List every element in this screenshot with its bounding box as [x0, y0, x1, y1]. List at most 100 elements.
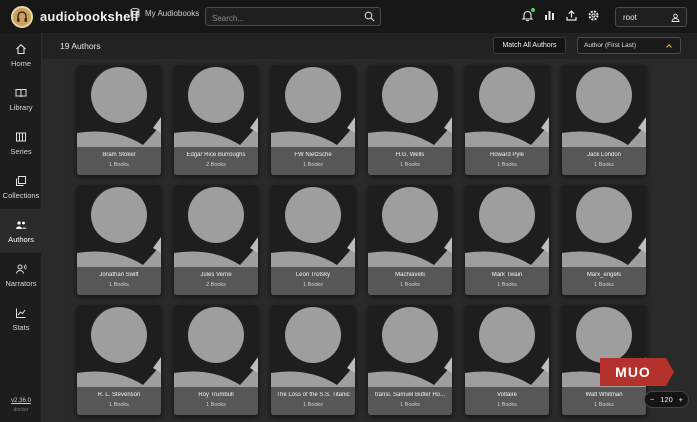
sidebar-item-collections[interactable]: Collections	[0, 165, 42, 209]
sidebar-item-label: Series	[10, 146, 32, 156]
author-card[interactable]: Voltaire 1 Books	[465, 305, 549, 415]
sidebar-item-label: Narrators	[5, 278, 37, 288]
collections-icon	[16, 175, 26, 186]
author-book-count: 1 Books	[303, 162, 323, 168]
chevron-up-icon	[666, 43, 672, 48]
author-card[interactable]: Howard Pyle 1 Books	[465, 65, 549, 175]
author-book-count: 1 Books	[594, 402, 614, 408]
sidebar-item-authors[interactable]: Authors	[0, 209, 42, 253]
sort-dropdown[interactable]: Author (First Last)	[577, 37, 681, 54]
author-card[interactable]: FW Nietzsche 1 Books	[271, 65, 355, 175]
author-card[interactable]: Jonathan Swift 1 Books	[77, 185, 161, 295]
author-card[interactable]: The Loss of the S.S. Titanic 1 Books	[271, 305, 355, 415]
author-book-count: 2 Books	[206, 282, 226, 288]
bar-chart-icon[interactable]	[543, 9, 556, 22]
sidebar-item-label: Library	[9, 102, 33, 112]
sidebar-item-label: Home	[10, 58, 31, 68]
sort-value: Author (First Last)	[584, 42, 637, 49]
author-card[interactable]: Leon Trotsky 1 Books	[271, 185, 355, 295]
author-book-count: 1 Books	[400, 162, 420, 168]
sidebar-item-label: Stats	[12, 322, 30, 332]
author-book-count: 1 Books	[594, 162, 614, 168]
author-card[interactable]: Roy Trumbull 1 Books	[174, 305, 258, 415]
library-switcher[interactable]: My Audiobooks	[130, 8, 199, 18]
author-book-count: 1 Books	[206, 402, 226, 408]
author-name: Marx_engels	[586, 272, 622, 278]
author-name: Voltaire	[496, 392, 517, 398]
author-book-count: 1 Books	[109, 162, 129, 168]
author-book-count: 1 Books	[303, 282, 323, 288]
gear-icon[interactable]	[587, 9, 600, 22]
author-name: Walt Whitman	[585, 392, 623, 398]
zoom-in-button[interactable]: +	[679, 395, 683, 404]
search-box[interactable]	[205, 7, 381, 27]
notification-dot	[531, 8, 535, 12]
author-card[interactable]: transl. Samuel Butler Ho... 1 Books	[368, 305, 452, 415]
author-name: R. L. Stevenson	[97, 392, 141, 398]
author-book-count: 1 Books	[497, 282, 517, 288]
line-chart-icon	[16, 308, 26, 318]
people-icon	[16, 220, 27, 229]
author-book-count: 1 Books	[497, 162, 517, 168]
sidebar-item-series[interactable]: Series	[0, 121, 42, 165]
sidebar-item-label: Collections	[2, 190, 40, 200]
app: audiobookshelf My Audiobooks root	[0, 0, 697, 422]
user-icon	[671, 13, 680, 22]
match-all-authors-button[interactable]: Match All Authors	[493, 37, 566, 54]
author-name: Jonathan Swift	[99, 272, 139, 278]
author-card[interactable]: R. L. Stevenson 1 Books	[77, 305, 161, 415]
author-name: Howard Pyle	[489, 152, 524, 158]
version-link[interactable]: v2.36.0	[0, 398, 42, 404]
muo-watermark: MUO	[600, 358, 674, 386]
search-input[interactable]	[206, 10, 356, 27]
author-card[interactable]: Mark Twain 1 Books	[465, 185, 549, 295]
database-icon	[130, 8, 140, 18]
author-book-count: 1 Books	[400, 402, 420, 408]
author-card[interactable]: H.G. Wells 1 Books	[368, 65, 452, 175]
library-name: My Audiobooks	[145, 8, 200, 18]
sidebar-item-narrators[interactable]: Narrators	[0, 253, 42, 297]
author-name: Mark Twain	[491, 272, 523, 278]
author-card[interactable]: Machiavelli 1 Books	[368, 185, 452, 295]
top-bar: audiobookshelf My Audiobooks root	[0, 0, 697, 33]
sidebar-item-home[interactable]: Home	[0, 33, 42, 77]
build-label: docker	[13, 407, 29, 413]
microphone-icon	[16, 263, 27, 274]
authors-toolbar: 19 Authors Match All Authors Author (Fir…	[42, 33, 697, 59]
book-open-icon	[15, 88, 27, 97]
author-card[interactable]: Bram Stoker 1 Books	[77, 65, 161, 175]
author-name: H.G. Wells	[395, 152, 425, 158]
author-card[interactable]: Jules Verne 2 Books	[174, 185, 258, 295]
zoom-out-button[interactable]: −	[650, 395, 654, 404]
author-name: The Loss of the S.S. Titanic	[276, 392, 350, 398]
author-book-count: 1 Books	[594, 282, 614, 288]
user-menu[interactable]: root	[615, 7, 687, 27]
zoom-control[interactable]: − 120 +	[644, 391, 689, 408]
author-card[interactable]: Marx_engels 1 Books	[562, 185, 646, 295]
author-card[interactable]: Edgar Rice Burroughs 2 Books	[174, 65, 258, 175]
author-name: Roy Trumbull	[198, 392, 234, 398]
sidebar-item-library[interactable]: Library	[0, 77, 42, 121]
author-book-count: 1 Books	[109, 402, 129, 408]
author-name: Edgar Rice Burroughs	[186, 152, 246, 158]
audiobookshelf-logo-icon[interactable]	[11, 6, 33, 28]
columns-icon	[16, 132, 26, 141]
authors-grid: Bram Stoker 1 Books Edgar Rice Burroughs 2 …	[42, 59, 697, 422]
sidebar-item-label: Authors	[8, 234, 34, 244]
author-book-count: 2 Books	[206, 162, 226, 168]
search-icon[interactable]	[364, 11, 375, 22]
author-name: Machiavelli	[395, 272, 425, 278]
author-card[interactable]: Jack London 1 Books	[562, 65, 646, 175]
upload-icon[interactable]	[565, 9, 578, 22]
author-name: Jack London	[586, 152, 622, 158]
author-book-count: 1 Books	[109, 282, 129, 288]
author-name: Leon Trotsky	[295, 272, 331, 278]
app-title[interactable]: audiobookshelf	[40, 9, 139, 24]
author-name: Jules Verne	[200, 272, 232, 278]
authors-count: 19 Authors	[60, 41, 101, 51]
author-name: transl. Samuel Butler Ho...	[374, 392, 446, 398]
sidebar: Home Library Series Collections Authors …	[0, 33, 42, 422]
bell-icon[interactable]	[521, 8, 535, 22]
sidebar-item-stats[interactable]: Stats	[0, 297, 42, 341]
author-book-count: 1 Books	[303, 402, 323, 408]
